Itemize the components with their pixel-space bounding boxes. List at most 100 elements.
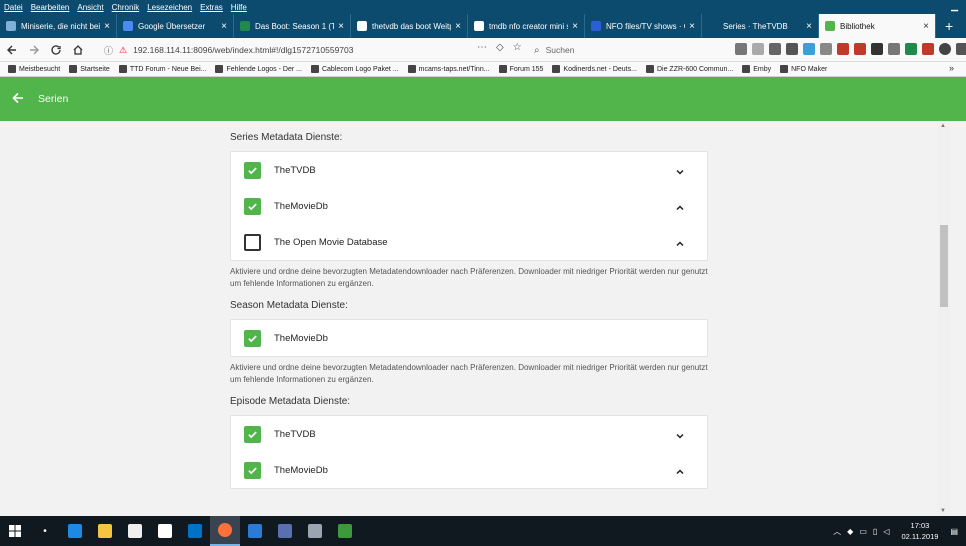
scrollbar-thumb[interactable] xyxy=(940,225,948,307)
back-button[interactable] xyxy=(2,40,22,60)
forward-button[interactable] xyxy=(24,40,44,60)
menu-bookmarks[interactable]: Lesezeichen xyxy=(147,3,192,12)
info-icon[interactable]: ⓘ xyxy=(104,44,113,57)
menu-edit[interactable]: Bearbeiten xyxy=(31,3,70,12)
tab[interactable]: thetvdb das boot Weitpl × xyxy=(351,14,468,38)
explorer-taskbar-button[interactable] xyxy=(90,516,120,546)
provider-checkbox[interactable] xyxy=(244,233,261,251)
menu-tools[interactable]: Extras xyxy=(200,3,223,12)
bookmark-item[interactable]: Cablecom Logo Paket ... xyxy=(310,65,399,73)
move-up-button[interactable] xyxy=(675,464,685,475)
home-button[interactable] xyxy=(68,40,88,60)
bookmark-item[interactable]: TTD Forum - Neue Bei... xyxy=(118,65,206,73)
bookmark-item[interactable]: Fehlende Logos - Der ... xyxy=(215,65,302,73)
search-placeholder[interactable]: Suchen xyxy=(546,45,575,55)
tab[interactable]: Miniserie, die nicht bei × xyxy=(0,14,117,38)
tab[interactable]: NFO files/TV shows · Ch × xyxy=(585,14,702,38)
url-text[interactable]: 192.168.114.11:8096/web/index.html#!/dlg… xyxy=(133,45,353,55)
speaker-icon[interactable]: ◁ xyxy=(883,527,889,536)
close-icon[interactable]: × xyxy=(689,21,695,32)
close-icon[interactable]: × xyxy=(572,21,578,32)
more-actions-icon[interactable]: ⋯ xyxy=(477,42,487,53)
dropbox-icon[interactable]: ◆ xyxy=(847,527,853,536)
clock[interactable]: 17:03 02.11.2019 xyxy=(901,520,938,542)
edge-taskbar-button[interactable] xyxy=(60,516,90,546)
minimize-icon[interactable]: ▁ xyxy=(951,1,958,12)
store-taskbar-button[interactable] xyxy=(120,516,150,546)
bookmark-item[interactable]: mcams-taps.net/Tinn... xyxy=(407,65,490,73)
notifications-icon[interactable]: ▤ xyxy=(950,527,958,536)
start-button[interactable] xyxy=(0,516,30,546)
menu-file[interactable]: Datei xyxy=(4,3,23,12)
close-icon[interactable]: × xyxy=(455,21,461,32)
library-icon[interactable] xyxy=(735,43,747,55)
scroll-down-icon[interactable]: ▼ xyxy=(940,508,946,514)
mail-taskbar-button[interactable] xyxy=(150,516,180,546)
move-up-button[interactable] xyxy=(675,236,685,247)
close-icon[interactable]: × xyxy=(338,21,344,32)
extension-icon[interactable] xyxy=(854,43,866,55)
bookmark-item[interactable]: Forum 155 xyxy=(498,65,543,73)
move-up-button[interactable] xyxy=(675,200,685,211)
extension-icon[interactable] xyxy=(905,43,917,55)
search-taskbar-button[interactable]: • xyxy=(30,516,60,546)
battery-icon[interactable]: ▯ xyxy=(873,527,877,536)
provider-checkbox[interactable] xyxy=(244,161,261,179)
new-tab-button[interactable]: + xyxy=(936,14,962,38)
insecure-lock-icon[interactable]: ⚠ xyxy=(119,45,127,56)
scrollbar[interactable]: ▲ ▼ xyxy=(938,121,950,516)
tab[interactable]: Series · TheTVDB × xyxy=(702,14,819,38)
bookmark-item[interactable]: Meistbesucht xyxy=(8,65,60,73)
menu-help[interactable]: Hilfe xyxy=(231,3,247,12)
hamburger-menu-icon[interactable] xyxy=(956,43,966,55)
bookmark-star-icon[interactable]: ☆ xyxy=(513,42,522,53)
close-icon[interactable]: × xyxy=(221,21,227,32)
bookmark-item[interactable]: NFO Maker xyxy=(780,65,827,73)
back-arrow-button[interactable] xyxy=(12,91,28,107)
firefox-taskbar-button[interactable] xyxy=(210,516,240,546)
sidebar-icon[interactable] xyxy=(752,43,764,55)
app-taskbar-button[interactable] xyxy=(270,516,300,546)
pocket-icon[interactable]: ◇ xyxy=(496,42,504,53)
move-down-button[interactable] xyxy=(675,428,685,439)
app-taskbar-button[interactable] xyxy=(240,516,270,546)
bookmark-item[interactable]: Startseite xyxy=(69,65,110,73)
close-icon[interactable]: × xyxy=(104,21,110,32)
app-taskbar-button[interactable] xyxy=(300,516,330,546)
provider-checkbox[interactable] xyxy=(244,197,261,215)
move-down-button[interactable] xyxy=(675,164,685,175)
extension-icon[interactable] xyxy=(769,43,781,55)
network-icon[interactable]: ▭ xyxy=(859,527,867,536)
scroll-up-icon[interactable]: ▲ xyxy=(940,123,946,129)
chevron-up-icon[interactable]: ︿ xyxy=(833,526,841,537)
bookmark-item[interactable]: Kodinerds.net - Deuts... xyxy=(552,65,637,73)
extension-icon[interactable] xyxy=(837,43,849,55)
tab[interactable]: Das Boot: Season 1 (TV)× xyxy=(234,14,351,38)
reload-button[interactable] xyxy=(46,40,66,60)
extension-icon[interactable] xyxy=(786,43,798,55)
provider-checkbox[interactable] xyxy=(244,425,261,443)
bookmark-item[interactable]: Emby xyxy=(742,65,771,73)
extension-icon[interactable] xyxy=(871,43,883,55)
more-bookmarks-icon[interactable]: » xyxy=(949,63,954,73)
outlook-taskbar-button[interactable] xyxy=(180,516,210,546)
menu-history[interactable]: Chronik xyxy=(112,3,140,12)
bookmark-item[interactable]: Die ZZR-600 Commun... xyxy=(645,65,733,73)
search-bar[interactable]: ⌕ Suchen xyxy=(534,41,724,59)
tab-active[interactable]: Bibliothek × xyxy=(819,14,936,38)
extension-icon[interactable] xyxy=(820,43,832,55)
extension-icon[interactable] xyxy=(922,43,934,55)
provider-checkbox[interactable] xyxy=(244,329,261,347)
url-bar[interactable]: ⓘ ⚠ 192.168.114.11:8096/web/index.html#!… xyxy=(104,41,528,59)
extension-icon[interactable] xyxy=(888,43,900,55)
account-icon[interactable] xyxy=(939,43,951,55)
tab-favicon-icon xyxy=(708,21,718,31)
tab[interactable]: tmdb nfo creator mini s × xyxy=(468,14,585,38)
provider-checkbox[interactable] xyxy=(244,461,261,479)
cloud-icon[interactable] xyxy=(803,43,815,55)
close-icon[interactable]: × xyxy=(806,21,812,32)
close-icon[interactable]: × xyxy=(923,21,929,32)
app-taskbar-button[interactable] xyxy=(330,516,360,546)
menu-view[interactable]: Ansicht xyxy=(77,3,103,12)
tab[interactable]: Google Übersetzer × xyxy=(117,14,234,38)
